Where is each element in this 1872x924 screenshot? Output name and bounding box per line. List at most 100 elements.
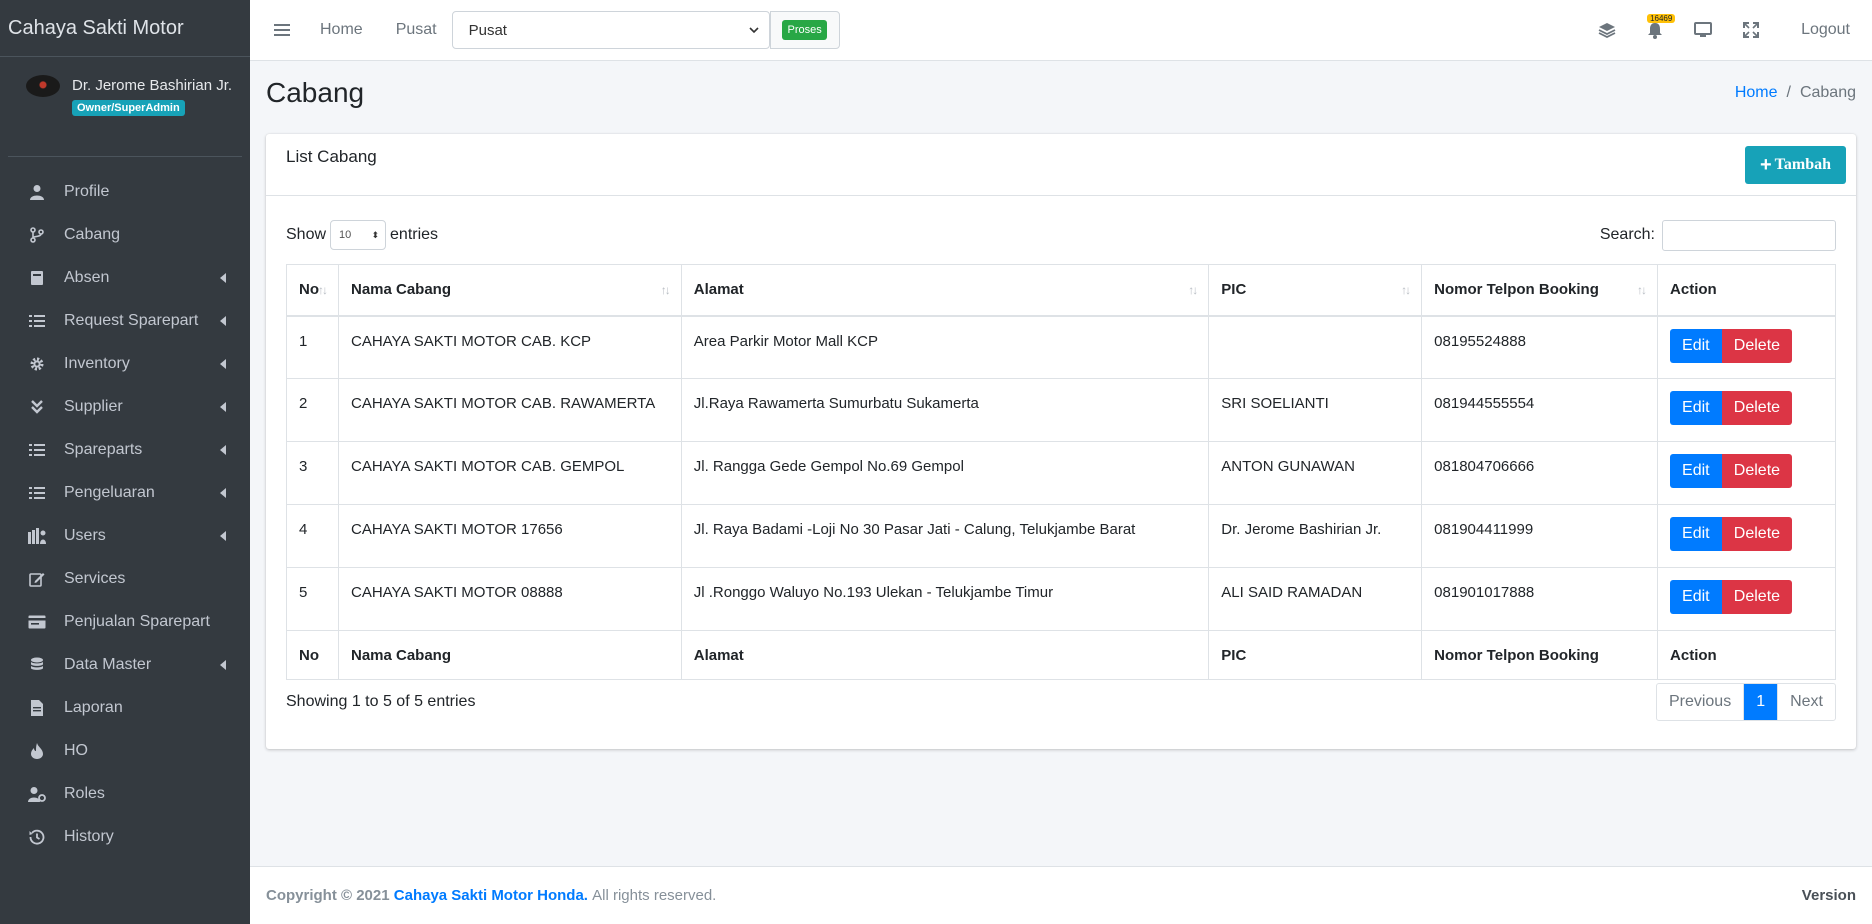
column-footer: PIC [1208,630,1423,680]
sidebar-item-profile[interactable]: Profile [0,170,250,213]
topbar: Home Pusat Pusat Proses 16469 Logout [250,0,1872,61]
desktop-icon[interactable] [1693,20,1713,40]
column-header-label: Nama Cabang [350,281,452,299]
footer: Copyright © 2021 Cahaya Sakti Motor Hond… [250,866,1872,924]
column-header[interactable]: PIC ↑↓ [1208,264,1423,317]
sidebar-item-label: Penjualan Sparepart [64,612,210,630]
sidebar-item-roles[interactable]: Roles [0,772,250,815]
sidebar-item-label: Cabang [64,225,121,243]
sidebar-item-label: Laporan [64,698,123,716]
cell-alamat: Jl. Raya Badami -Loji No 30 Pasar Jati -… [680,504,1210,568]
cell-nama: CAHAYA SAKTI MOTOR CAB. KCP [337,315,682,379]
column-header[interactable]: Alamat ↑↓ [680,264,1210,317]
layers-icon[interactable] [1597,20,1617,40]
cell-no: 1 [286,315,339,379]
sidebar-item-cabang[interactable]: Cabang [0,213,250,256]
cabang-table: No ↑↓ Nama Cabang ↑↓ Alamat ↑↓ PIC ↑↓ Nomor Telp… [286,264,1836,680]
branch-select-value: Pusat [468,21,507,39]
sidebar-item-data-master[interactable]: Data Master [0,643,250,686]
pagination-previous[interactable]: Previous [1657,684,1743,720]
user-name[interactable]: Dr. Jerome Bashirian Jr. [72,77,232,94]
chevron-left-icon [220,315,226,326]
sidebar-item-request-sparepart[interactable]: Request Sparepart [0,299,250,342]
edit-button[interactable]: Edit [1670,391,1722,425]
sidebar-nav: Profile Cabang Absen Request Sparepart Inven… [0,170,250,858]
edit-button[interactable]: Edit [1670,517,1722,551]
sidebar-item-label: Inventory [64,354,130,372]
notification-badge: 16469 [1647,14,1676,23]
bell-icon[interactable]: 16469 [1645,14,1676,40]
sidebar-item-laporan[interactable]: Laporan [0,686,250,729]
nav-home-link[interactable]: Home [320,21,363,39]
cell-pic: ANTON GUNAWAN [1208,441,1423,505]
show-label: Show [286,226,327,243]
sort-icon: ↑↓ [1188,283,1198,297]
sidebar-item-absen[interactable]: Absen [0,256,250,299]
sort-icon: ↑↓ [1637,283,1647,297]
delete-button[interactable]: Delete [1721,391,1793,425]
delete-button[interactable]: Delete [1721,328,1793,363]
pagination: Previous 1 Next [1655,683,1836,721]
page-title: Cabang [266,77,365,108]
footer-company-link[interactable]: Cahaya Sakti Motor Honda. [394,887,588,904]
chevron-down-icon [749,27,759,34]
chevron-left-icon [220,487,226,498]
sidebar-item-label: Spareparts [64,440,143,458]
table-header-row: No ↑↓ Nama Cabang ↑↓ Alamat ↑↓ PIC ↑↓ Nomor Telp… [286,264,1836,317]
delete-button[interactable]: Delete [1721,517,1793,551]
sidebar-item-users[interactable]: Users [0,514,250,557]
proses-button[interactable]: Proses [782,20,827,40]
add-cabang-button[interactable]: + Tambah [1745,146,1846,184]
edit-button[interactable]: Edit [1670,454,1722,488]
edit-button[interactable]: Edit [1670,580,1722,614]
sidebar-item-pengeluaran[interactable]: Pengeluaran [0,471,250,514]
delete-button[interactable]: Delete [1721,580,1793,614]
sidebar-item-inventory[interactable]: Inventory [0,342,250,385]
chevron-left-icon [220,358,226,369]
add-button-label: Tambah [1774,156,1831,173]
expand-icon[interactable] [1741,20,1761,40]
footer-version: Version [1801,887,1856,904]
sidebar-item-label: History [64,827,114,845]
content: Cabang Home / Cabang List Cabang + Tambah … [266,61,1856,749]
fire-icon [28,742,46,760]
brand-link[interactable]: Cahaya Sakti Motor [0,0,250,57]
plus-icon: + [1759,153,1772,176]
book-icon [28,269,46,287]
column-header[interactable]: Nomor Telpon Booking ↑↓ [1421,264,1659,317]
user-icon [28,183,46,201]
hamburger-icon[interactable] [274,21,290,39]
nav-pusat-label: Pusat [395,21,437,38]
sidebar-item-services[interactable]: Services [0,557,250,600]
sidebar-item-penjualan-sparepart[interactable]: Penjualan Sparepart [0,600,250,643]
column-header[interactable]: No ↑↓ [286,264,339,317]
column-header[interactable]: Nama Cabang ↑↓ [337,264,682,317]
sidebar-item-supplier[interactable]: Supplier [0,385,250,428]
cell-pic: SRI SOELIANTI [1208,378,1423,442]
column-footer-label: No [299,646,319,664]
sidebar-item-spareparts[interactable]: Spareparts [0,428,250,471]
cell-action: Edit Delete [1657,504,1836,568]
pagination-page-1[interactable]: 1 [1743,684,1778,720]
sidebar-item-label: Pengeluaran [64,483,155,501]
column-footer-label: Nomor Telpon Booking [1434,646,1599,664]
logout-link[interactable]: Logout [1801,21,1850,39]
user-cog-icon [28,785,46,803]
entries-length-select[interactable]: 10 ⬍ [330,220,387,250]
sidebar-item-label: Absen [64,268,110,286]
cell-no: 4 [286,504,339,568]
column-footer: Nama Cabang [337,630,682,680]
sidebar-item-label: Request Sparepart [64,311,199,329]
pagination-next[interactable]: Next [1777,684,1835,720]
sidebar-item-ho[interactable]: HO [0,729,250,772]
sidebar-item-history[interactable]: History [0,815,250,858]
delete-button[interactable]: Delete [1721,454,1793,488]
list-icon [28,441,46,459]
search-input[interactable] [1662,219,1836,251]
breadcrumb-home[interactable]: Home [1735,84,1778,101]
sort-icon: ↑↓ [660,283,671,297]
cell-pic: ALI SAID RAMADAN [1208,567,1423,631]
branch-select[interactable]: Pusat [451,11,770,49]
role-badge: Owner/SuperAdmin [72,100,185,116]
edit-button[interactable]: Edit [1670,328,1722,363]
